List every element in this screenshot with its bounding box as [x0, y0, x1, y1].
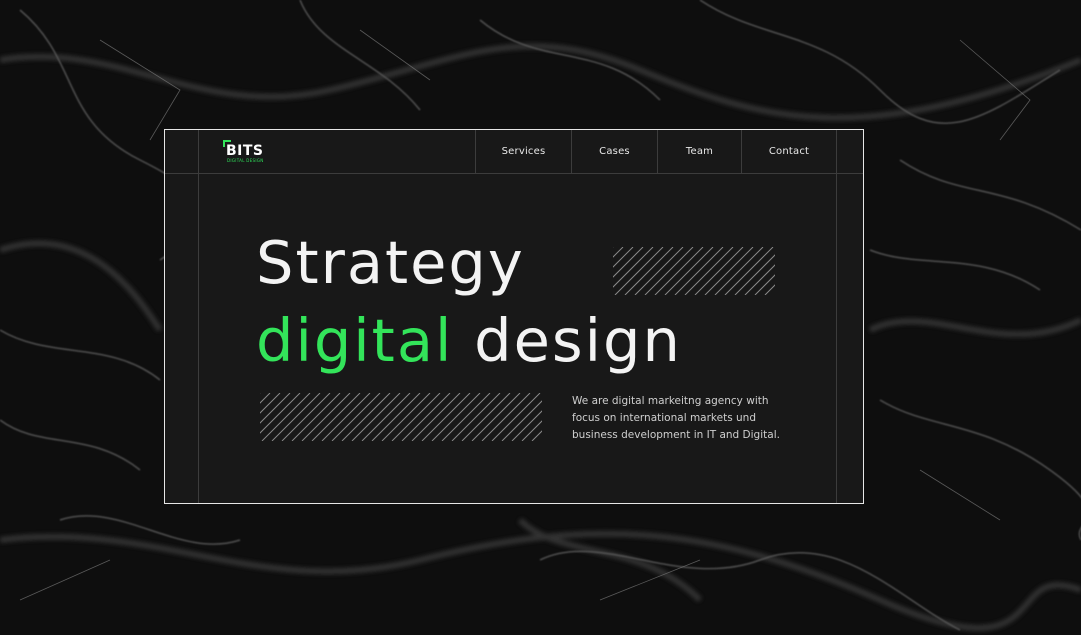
headline-word: design — [474, 306, 682, 375]
headline-line-2: digital design — [256, 306, 682, 376]
nav-services[interactable]: Services — [476, 130, 571, 173]
hatch-decoration-bottom — [260, 393, 542, 441]
grid-line — [198, 130, 199, 503]
nav-label: Services — [501, 146, 546, 157]
hero-frame: BITS DIGITAL DESIGN Services Cases Team … — [164, 129, 864, 504]
headline-line-1: Strategy — [256, 228, 525, 298]
brand-subtitle: DIGITAL DESIGN — [227, 158, 264, 163]
nav-label: Cases — [599, 146, 630, 157]
nav-label: Contact — [768, 146, 810, 157]
brand-logo[interactable]: BITS DIGITAL DESIGN — [223, 140, 271, 164]
hero-description: We are digital markeitng agency with foc… — [572, 395, 780, 441]
headline-highlight: digital — [256, 306, 454, 375]
brand-name: BITS — [226, 143, 264, 159]
nav-cases[interactable]: Cases — [572, 130, 657, 173]
nav-team[interactable]: Team — [658, 130, 741, 173]
hatch-decoration-top — [613, 247, 775, 295]
nav-contact[interactable]: Contact — [742, 130, 836, 173]
header-divider — [165, 173, 863, 174]
nav-label: Team — [685, 146, 714, 157]
headline-word: Strategy — [256, 228, 525, 297]
grid-line — [836, 130, 837, 503]
